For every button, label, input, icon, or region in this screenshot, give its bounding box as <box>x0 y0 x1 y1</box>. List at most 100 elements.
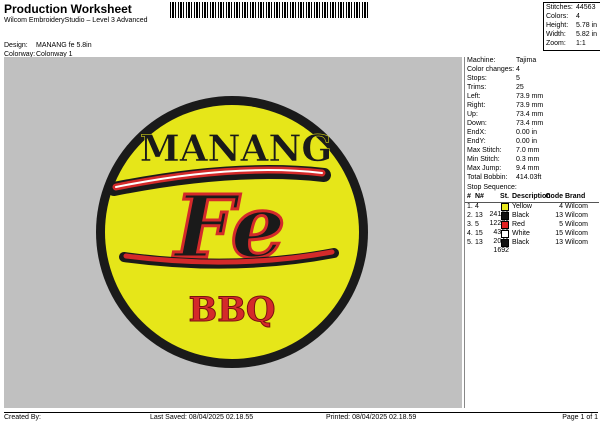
seq-description: Black <box>512 212 530 219</box>
spec-value: 0.00 in <box>516 138 538 145</box>
spec-value: 7.0 mm <box>516 147 540 154</box>
seq-num: 5. <box>467 239 473 246</box>
color-swatch <box>501 239 509 247</box>
spec-row: Down: 73.4 mm <box>465 120 599 129</box>
sequence-row: 4.15 2041White15Wilcom <box>465 230 599 245</box>
barcode <box>170 2 370 18</box>
spec-row: Max Jump: 9.4 mm <box>465 165 599 174</box>
seq-description: Yellow <box>512 203 532 210</box>
spec-label: Max Jump: <box>467 165 502 172</box>
spec-row: Machine: Tajima <box>465 57 599 66</box>
spec-label: Down: <box>467 120 487 127</box>
col-header: N# <box>475 193 484 200</box>
stat-label: Height: <box>546 22 569 29</box>
spec-row: Max Stitch: 7.0 mm <box>465 147 599 156</box>
seq-num: 4. <box>467 230 473 237</box>
seq-brand: Wilcom <box>565 221 588 228</box>
seq-description: Red <box>512 221 525 228</box>
spec-label: Left: <box>467 93 481 100</box>
col-header: # <box>467 193 471 200</box>
spec-label: EndX: <box>467 129 487 136</box>
stat-row: Stitches: 44563 <box>546 4 600 13</box>
col-header: Description <box>512 193 551 200</box>
col-header: Brand <box>565 193 586 200</box>
seq-code: 15 <box>555 230 563 237</box>
seq-description: Black <box>512 239 530 246</box>
stat-label: Stitches: <box>546 4 573 11</box>
sequence-row: 3.5 4369Red5Wilcom <box>465 221 599 236</box>
design-value: MANANG fe 5.8in <box>36 42 92 49</box>
seq-brand: Wilcom <box>565 203 588 210</box>
sequence-header: # N# St. Description Code Brand <box>465 193 599 203</box>
created-by: Created By: <box>4 414 41 421</box>
seq-stitches-cell: 12270 <box>487 212 509 227</box>
spec-value: 5 <box>516 75 520 82</box>
spec-label: Max Stitch: <box>467 147 502 154</box>
stat-row: Width: 5.82 in <box>546 31 600 40</box>
seq-brand: Wilcom <box>565 212 588 219</box>
spec-row: Up: 73.4 mm <box>465 111 599 120</box>
seq-stitches: 1692 <box>493 247 509 254</box>
spec-row: Stops: 5 <box>465 75 599 84</box>
sequence-row: 2. 13 12270 Black 13 Wilcom <box>465 212 599 227</box>
seq-n: 15 <box>475 230 483 237</box>
spec-label: Trims: <box>467 84 487 91</box>
stat-value: 44563 <box>576 4 596 11</box>
spec-row: EndX: 0.00 in <box>465 129 599 138</box>
design-line-3: BBQ <box>188 290 275 330</box>
page-number: Page 1 of 1 <box>562 414 598 421</box>
spec-value: 9.4 mm <box>516 165 540 172</box>
stat-value: 1:1 <box>576 40 586 47</box>
sequence-row: 5. 13 1692 Black 13 Wilcom <box>465 239 599 254</box>
stat-value: 5.82 in <box>576 31 598 38</box>
last-saved: Last Saved: 08/04/2025 02.18.55 <box>150 414 254 421</box>
design-line-1: MANANG <box>140 128 332 170</box>
stat-row: Height: 5.78 in <box>546 22 600 31</box>
sequence-row: 1. 4 24189 Yellow 4 Wilcom <box>465 203 599 218</box>
spec-row: Right: 73.9 mm <box>465 102 599 111</box>
col-header: Code <box>545 193 564 200</box>
sequence-heading: Stop Sequence: <box>467 184 517 191</box>
spec-value: 73.4 mm <box>516 111 544 118</box>
spec-label: Stops: <box>467 75 487 82</box>
stat-label: Zoom: <box>546 40 566 47</box>
stat-label: Colors: <box>546 13 569 20</box>
spec-row: Total Bobbin: 414.03ft <box>465 174 599 183</box>
printed-date: Printed: 08/04/2025 02.18.59 <box>326 414 417 421</box>
spec-label: Machine: <box>467 57 496 64</box>
stats-box: Stitches: 44563 Colors: 4 Height: 5.78 in W… <box>543 2 600 51</box>
software-subtitle: Wilcom EmbroideryStudio – Level 3 Advanc… <box>4 17 148 24</box>
seq-code: 13 <box>555 239 563 246</box>
spec-row: Color changes: 4 <box>465 66 599 75</box>
stat-value: 5.78 in <box>576 22 598 29</box>
seq-num: 1. <box>467 203 473 210</box>
spec-value: 73.9 mm <box>516 102 544 109</box>
spec-value: 0.3 mm <box>516 156 540 163</box>
embroidery-patch: MANANG Fe BBQ <box>96 96 368 368</box>
design-preview: MANANG Fe BBQ <box>4 57 462 408</box>
seq-stitches-cell: 24189 <box>487 203 509 218</box>
seq-num: 2. <box>467 212 473 219</box>
sequence-rows: 1. 4 24189 Yellow 4 Wilcom 2. 13 12270 Black 13 W… <box>465 203 599 254</box>
seq-num: 3. <box>467 221 473 228</box>
spec-row: Trims: 25 <box>465 84 599 93</box>
seq-description: White <box>512 230 530 237</box>
seq-n: 5 <box>475 221 479 228</box>
spec-label: Right: <box>467 102 486 109</box>
stat-row: Colors: 4 <box>546 13 600 22</box>
spec-label: Color changes: <box>467 66 515 73</box>
specs-panel: Machine: Tajima Color changes: 4 Stops: 5 T… <box>464 57 599 408</box>
color-swatch <box>501 212 509 220</box>
seq-n: 13 <box>475 212 483 219</box>
spec-row: Left: 73.9 mm <box>465 93 599 102</box>
seq-n: 4 <box>475 203 479 210</box>
seq-code: 5 <box>559 221 563 228</box>
stat-value: 4 <box>576 13 580 20</box>
seq-brand: Wilcom <box>565 230 588 237</box>
color-swatch <box>501 230 509 238</box>
footer: Created By: Last Saved: 08/04/2025 02.18… <box>4 412 598 421</box>
color-swatch <box>501 203 509 211</box>
spec-value: 25 <box>516 84 524 91</box>
stat-row: Zoom: 1:1 <box>546 40 600 49</box>
seq-stitches-cell: 1692 <box>487 239 509 254</box>
